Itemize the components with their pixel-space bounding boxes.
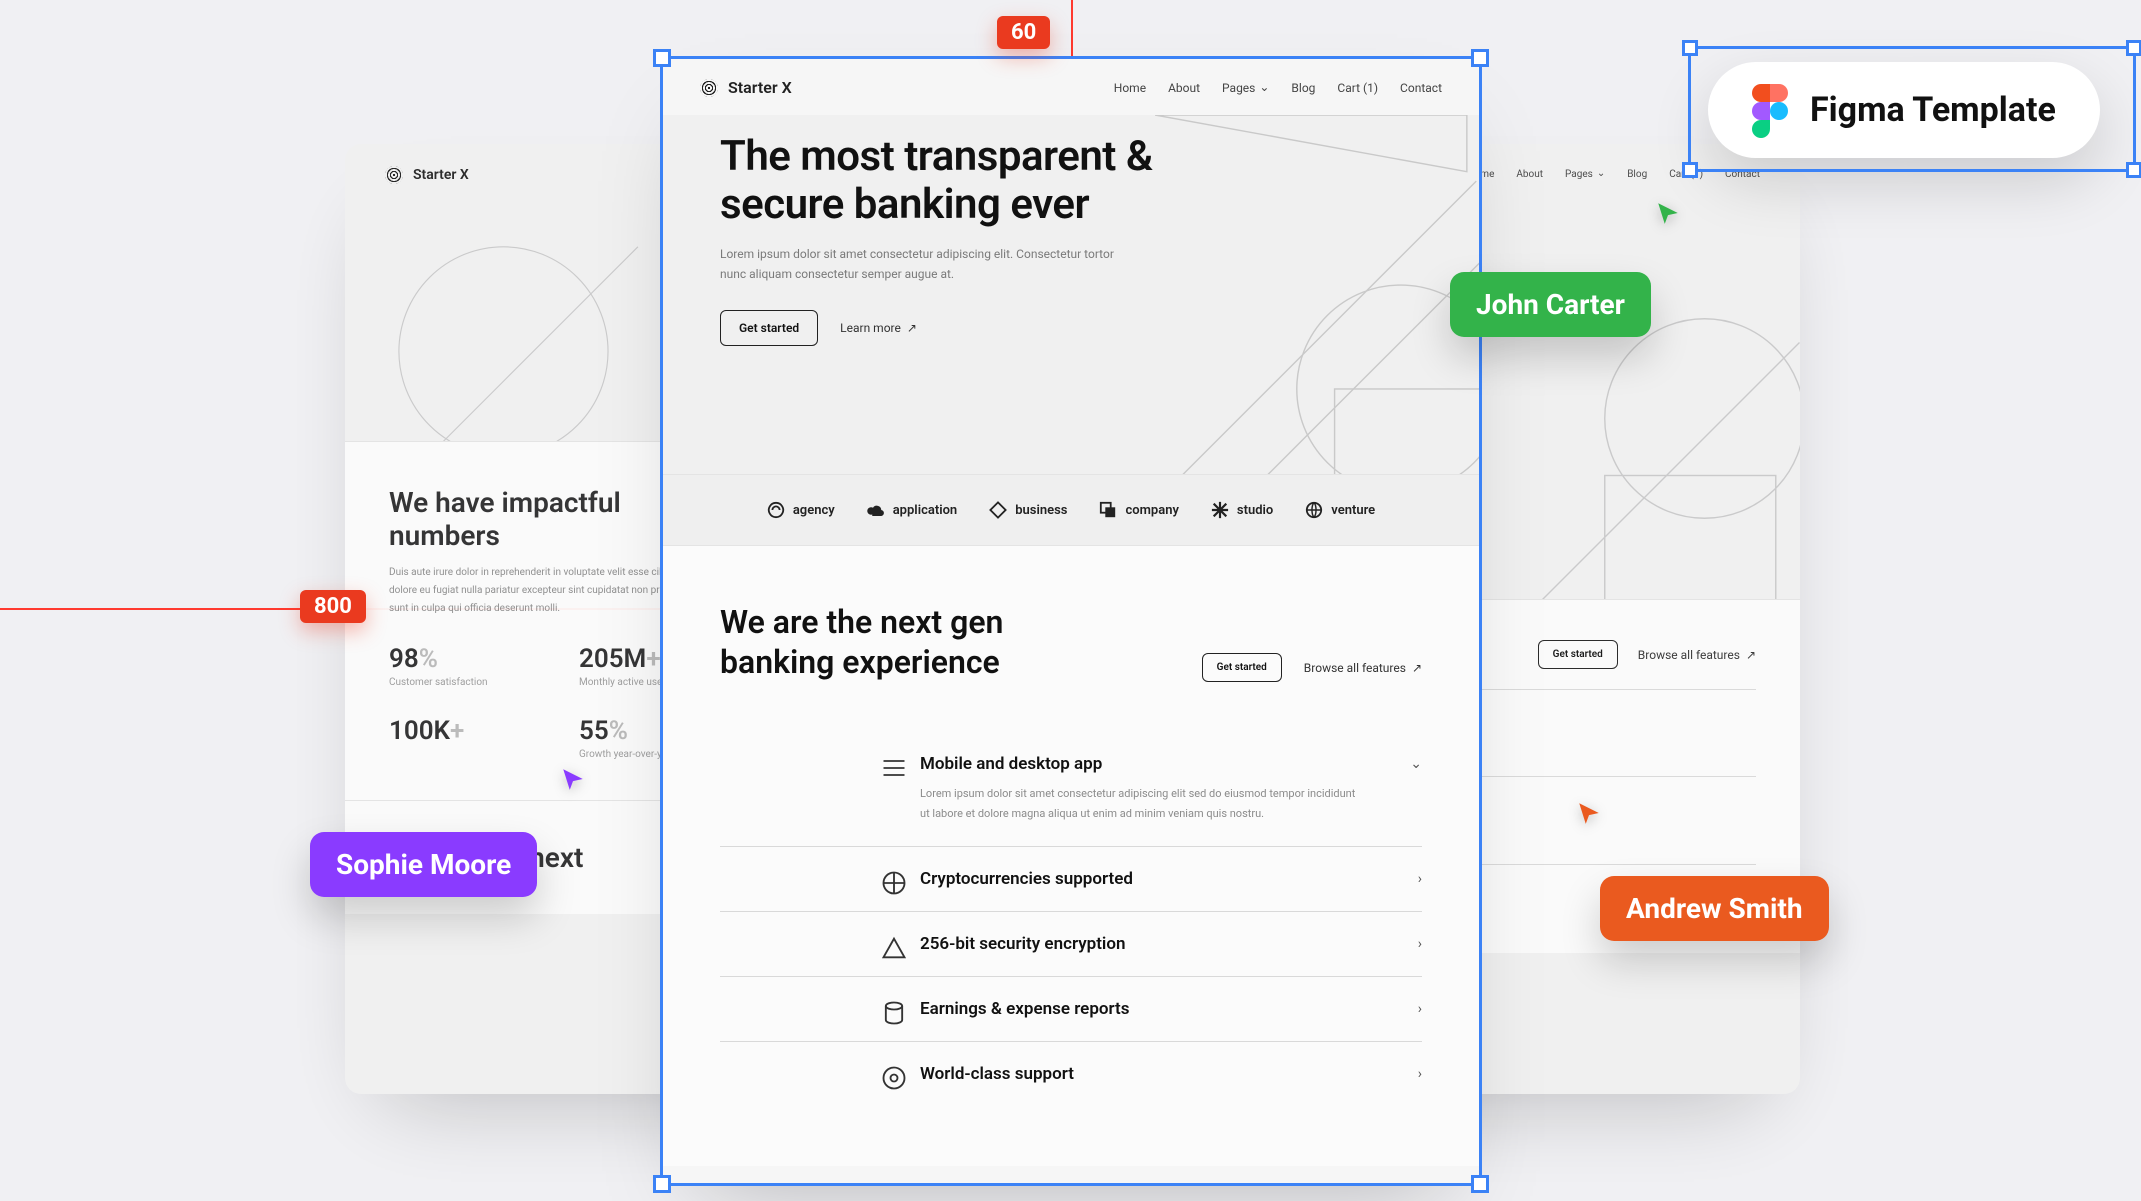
chevron-down-icon: ⌄ xyxy=(1410,756,1422,772)
nav-contact[interactable]: Contact xyxy=(1400,81,1442,95)
brand-name: Starter X xyxy=(413,167,469,183)
resize-handle-tr[interactable] xyxy=(2126,40,2141,56)
feature-body: Lorem ipsum dolor sit amet consectetur a… xyxy=(920,784,1360,824)
strip-venture: venture xyxy=(1305,501,1375,519)
puzzle-icon xyxy=(880,869,908,897)
asterisk-icon xyxy=(1211,501,1229,519)
hero: The most transparent & secure banking ev… xyxy=(660,115,1482,475)
section-title: We are the next gen banking experience xyxy=(720,602,1120,682)
resize-handle-tl[interactable] xyxy=(1682,40,1698,56)
collaborator-tag-sophie: Sophie Moore xyxy=(310,832,537,897)
nav-links: Home About Pages⌄ Blog Cart (1) Contact xyxy=(1114,81,1442,95)
chevron-right-icon: › xyxy=(1418,871,1422,887)
nav-blog[interactable]: Blog xyxy=(1291,81,1315,95)
hero-title: The most transparent & secure banking ev… xyxy=(720,133,1240,230)
brand-logo-icon xyxy=(385,166,403,184)
feature-title: Mobile and desktop app xyxy=(920,754,1422,774)
feature-list: Mobile and desktop app Lorem ipsum dolor… xyxy=(660,722,1482,1166)
arrow-icon: ↗ xyxy=(907,321,917,335)
feature-item-support[interactable]: World-class support › xyxy=(720,1041,1422,1106)
feature-title: World-class support xyxy=(920,1064,1422,1084)
browse-features-link[interactable]: Browse all features ↗ xyxy=(1304,661,1422,675)
brand[interactable]: Starter X xyxy=(700,78,792,97)
nav-pages[interactable]: Pages⌄ xyxy=(1565,169,1605,180)
learn-more-link[interactable]: Learn more ↗ xyxy=(840,321,917,335)
nav-cart[interactable]: Cart (1) xyxy=(1337,81,1378,95)
hero-lede: Lorem ipsum dolor sit amet consectetur a… xyxy=(720,244,1140,285)
triangle-icon xyxy=(880,934,908,962)
get-started-button[interactable]: Get started xyxy=(720,310,818,346)
arrow-icon: ↗ xyxy=(1412,661,1422,675)
artboard-front[interactable]: Starter X Home About Pages⌄ Blog Cart (1… xyxy=(660,56,1482,1186)
logo-strip: agency application business company stud… xyxy=(660,475,1482,546)
strip-company: company xyxy=(1099,501,1178,519)
hero-actions: Get started Learn more ↗ xyxy=(720,310,1422,346)
cylinder-icon xyxy=(880,999,908,1027)
resize-handle-bl[interactable] xyxy=(1682,162,1698,178)
distance-badge-top: 60 xyxy=(997,16,1050,49)
pill-selection-frame[interactable] xyxy=(1688,46,2136,172)
section-actions: Get started Browse all features ↗ xyxy=(1202,653,1422,682)
get-started-button[interactable]: Get started xyxy=(1538,640,1618,669)
diamond-icon xyxy=(989,501,1007,519)
stat-item: 100K+ xyxy=(389,716,539,760)
navbar: Starter X Home About Pages⌄ Blog Cart (1… xyxy=(660,56,1482,115)
globe-icon xyxy=(1305,501,1323,519)
brand-name: Starter X xyxy=(728,78,792,97)
chevron-right-icon: › xyxy=(1418,1066,1422,1082)
chevron-right-icon: › xyxy=(1418,936,1422,952)
strip-business: business xyxy=(989,501,1067,519)
stats-body: Duis aute irure dolor in reprehenderit i… xyxy=(389,564,699,618)
figma-canvas[interactable]: Starter X x We have impactful numbers Du… xyxy=(0,0,2141,1201)
stats-title: We have impactful numbers xyxy=(389,486,689,552)
strip-application: application xyxy=(867,501,958,519)
cursor-sophie xyxy=(560,766,586,792)
target-icon xyxy=(880,1064,908,1092)
arrow-icon: ↗ xyxy=(1746,648,1756,662)
feature-item-earnings[interactable]: Earnings & expense reports › xyxy=(720,976,1422,1041)
cloud-icon xyxy=(867,501,885,519)
collaborator-tag-andrew: Andrew Smith xyxy=(1600,876,1829,941)
list-icon xyxy=(880,754,908,782)
nav-about[interactable]: About xyxy=(1168,81,1200,95)
distance-badge-left: 800 xyxy=(300,590,366,623)
chevron-right-icon: › xyxy=(1418,1001,1422,1017)
get-started-button[interactable]: Get started xyxy=(1202,653,1282,682)
strip-studio: studio xyxy=(1211,501,1273,519)
stat-item: 98% Customer satisfaction xyxy=(389,644,539,688)
feature-item-security[interactable]: 256-bit security encryption › xyxy=(720,911,1422,976)
feature-title: 256-bit security encryption xyxy=(920,934,1422,954)
feature-title: Cryptocurrencies supported xyxy=(920,869,1422,889)
nav-pages[interactable]: Pages⌄ xyxy=(1222,81,1269,95)
browse-features-link[interactable]: Browse all features ↗ xyxy=(1638,648,1756,662)
chevron-down-icon: ⌄ xyxy=(1259,80,1269,94)
brand-logo-icon xyxy=(700,79,718,97)
overlap-squares-icon xyxy=(1099,501,1117,519)
chevron-down-icon: ⌄ xyxy=(1597,168,1605,179)
agency-icon xyxy=(767,501,785,519)
distance-guide-top xyxy=(1071,0,1073,56)
collaborator-tag-john: John Carter xyxy=(1450,272,1651,337)
nav-home[interactable]: Home xyxy=(1114,81,1146,95)
resize-handle-br[interactable] xyxy=(2126,162,2141,178)
strip-agency: agency xyxy=(767,501,835,519)
feature-item-crypto[interactable]: Cryptocurrencies supported › xyxy=(720,846,1422,911)
cursor-andrew xyxy=(1576,800,1602,826)
feature-title: Earnings & expense reports xyxy=(920,999,1422,1019)
section-header: We are the next gen banking experience G… xyxy=(660,546,1482,722)
nav-blog[interactable]: Blog xyxy=(1627,169,1647,180)
cursor-john xyxy=(1655,200,1681,226)
feature-item-mobile-desktop[interactable]: Mobile and desktop app Lorem ipsum dolor… xyxy=(720,732,1422,846)
nav-about[interactable]: About xyxy=(1516,169,1543,180)
brand[interactable]: Starter X xyxy=(385,166,469,184)
